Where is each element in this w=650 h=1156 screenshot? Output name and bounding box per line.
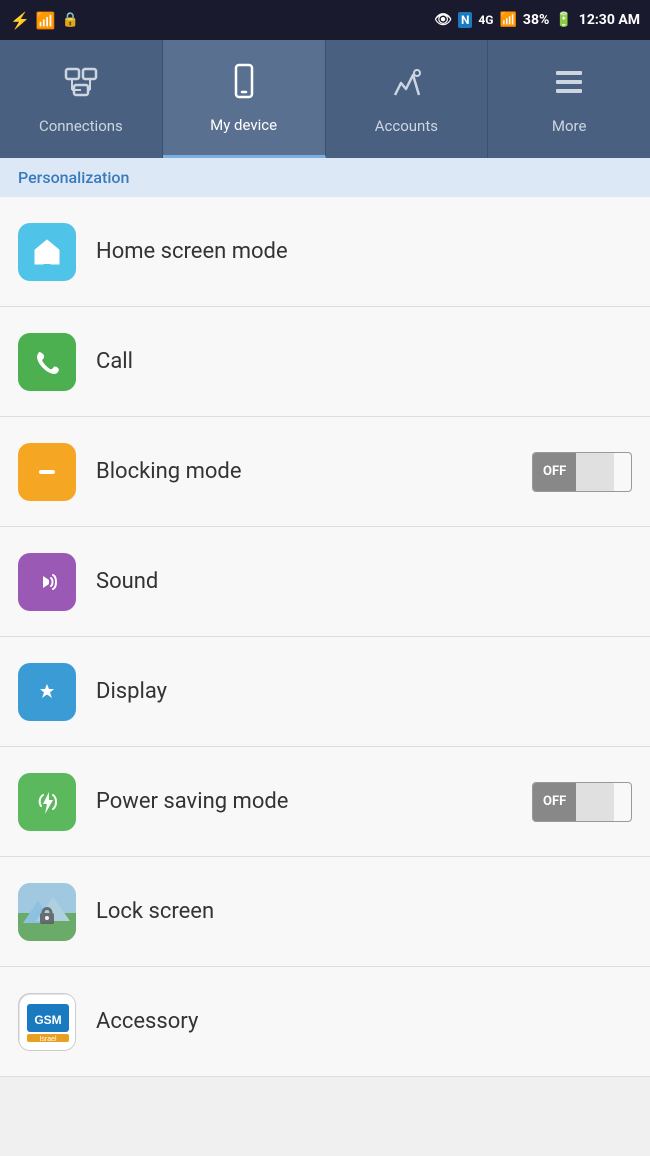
tab-my-device[interactable]: My device <box>163 40 326 158</box>
network-4g-icon: 4G <box>478 13 493 27</box>
my-device-icon <box>225 62 263 108</box>
settings-item-lock-screen[interactable]: Lock screen <box>0 857 650 967</box>
more-icon <box>550 63 588 109</box>
power-saving-mode-toggle-slider <box>576 783 614 821</box>
settings-item-sound[interactable]: Sound <box>0 527 650 637</box>
tab-accounts-label: Accounts <box>375 117 438 135</box>
tab-connections-label: Connections <box>39 117 123 135</box>
status-left-icons: ⚡ 📶 🔒 <box>10 11 79 30</box>
power-saving-mode-label: Power saving mode <box>96 789 532 814</box>
sound-label: Sound <box>96 569 632 594</box>
display-icon <box>18 663 76 721</box>
tab-my-device-label: My device <box>210 116 277 134</box>
wifi-icon: 📶 <box>36 11 56 30</box>
lock-screen-label: Lock screen <box>96 899 632 924</box>
accounts-icon <box>387 63 425 109</box>
sound-icon <box>18 553 76 611</box>
settings-list: Home screen mode Call Blocking mode OFF <box>0 197 650 1077</box>
battery-icon: 🔋 <box>555 12 572 28</box>
battery-percent: 38% <box>523 12 549 28</box>
settings-item-call[interactable]: Call <box>0 307 650 417</box>
call-icon <box>18 333 76 391</box>
home-screen-mode-icon <box>18 223 76 281</box>
call-label: Call <box>96 349 632 374</box>
blocking-mode-toggle-slider <box>576 453 614 491</box>
power-saving-mode-toggle[interactable]: OFF <box>532 782 632 822</box>
blocking-mode-icon <box>18 443 76 501</box>
blocking-mode-label: Blocking mode <box>96 459 532 484</box>
settings-item-accessory[interactable]: GSM Israel Accessory <box>0 967 650 1077</box>
usb-icon: ⚡ <box>10 11 30 30</box>
tab-more[interactable]: More <box>488 40 650 158</box>
settings-item-display[interactable]: Display <box>0 637 650 747</box>
power-saving-mode-icon <box>18 773 76 831</box>
tab-accounts[interactable]: Accounts <box>326 40 489 158</box>
home-screen-mode-label: Home screen mode <box>96 239 632 264</box>
accessory-label: Accessory <box>96 1009 632 1034</box>
status-right-info: 👁 N 4G 📶 38% 🔋 12:30 AM <box>434 12 640 28</box>
accessory-icon: GSM Israel <box>18 993 76 1051</box>
eye-icon: 👁 <box>434 12 452 28</box>
clock: 12:30 AM <box>579 12 640 28</box>
nfc-icon: N <box>458 12 472 28</box>
tab-more-label: More <box>552 117 587 135</box>
section-header: Personalization <box>0 158 650 197</box>
lock-icon: 🔒 <box>62 12 79 28</box>
settings-item-power-saving-mode[interactable]: Power saving mode OFF <box>0 747 650 857</box>
connections-icon <box>62 63 100 109</box>
svg-text:GSM: GSM <box>34 1013 61 1027</box>
tab-connections[interactable]: Connections <box>0 40 163 158</box>
status-bar: ⚡ 📶 🔒 👁 N 4G 📶 38% 🔋 12:30 AM <box>0 0 650 40</box>
blocking-mode-toggle-label: OFF <box>533 453 576 491</box>
display-label: Display <box>96 679 632 704</box>
power-saving-mode-toggle-label: OFF <box>533 783 576 821</box>
blocking-mode-toggle[interactable]: OFF <box>532 452 632 492</box>
settings-item-blocking-mode[interactable]: Blocking mode OFF <box>0 417 650 527</box>
svg-text:Israel: Israel <box>39 1036 57 1043</box>
lock-screen-icon <box>18 883 76 941</box>
signal-icon: 📶 <box>499 12 516 28</box>
tab-bar: Connections My device Accounts More <box>0 40 650 158</box>
settings-item-home-screen-mode[interactable]: Home screen mode <box>0 197 650 307</box>
